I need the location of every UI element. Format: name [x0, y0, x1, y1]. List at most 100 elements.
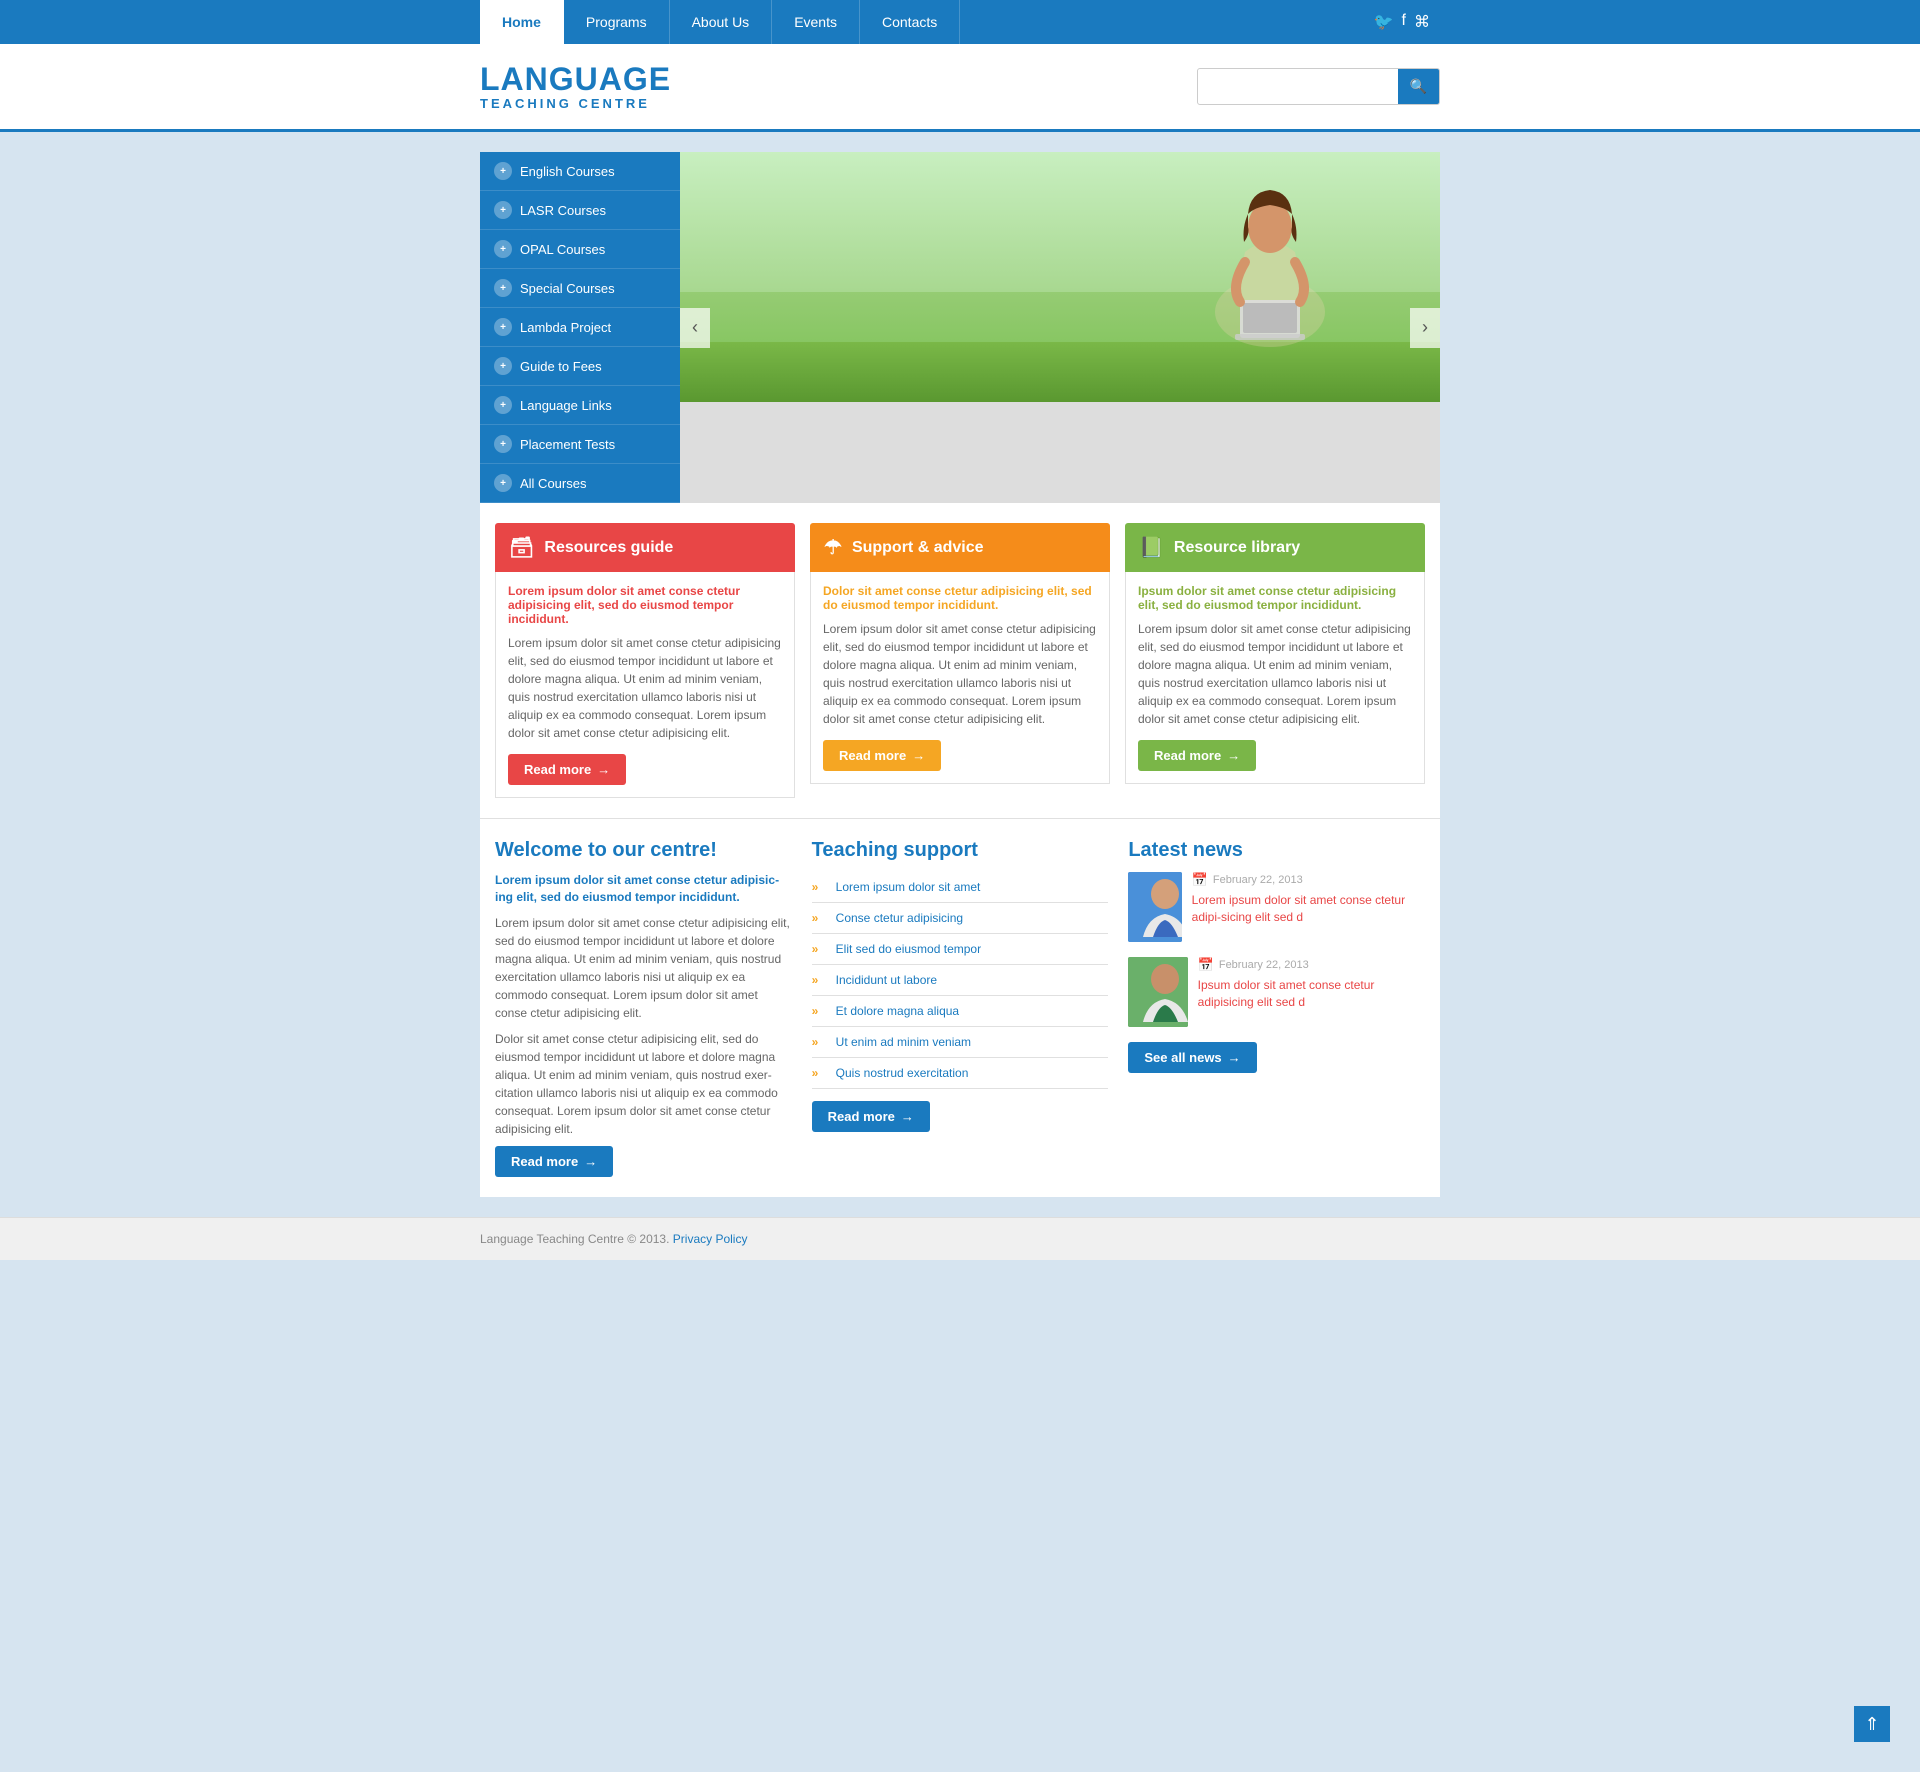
news-item-0-content: 📅 February 22, 2013 Lorem ipsum dolor si…: [1192, 872, 1425, 942]
info-box-resources-body: Lorem ipsum dolor sit amet conse ctetur …: [495, 572, 795, 798]
news-image-0-svg: [1128, 872, 1181, 942]
slider-visual: [680, 152, 1440, 402]
slider-person-svg: [1160, 172, 1380, 352]
news-title-1[interactable]: Ipsum dolor sit amet conse ctetur adipis…: [1198, 977, 1425, 1011]
library-highlight: Ipsum dolor sit amet conse ctetur adipis…: [1138, 584, 1412, 612]
sidebar-icon-1: +: [494, 201, 512, 219]
scroll-to-top-button[interactable]: ⇑: [1854, 1706, 1890, 1742]
support-highlight: Dolor sit amet conse ctetur adipisicing …: [823, 584, 1097, 612]
nav-contacts[interactable]: Contacts: [860, 0, 960, 44]
slider-prev-button[interactable]: ‹: [680, 308, 710, 348]
support-icon: ☂: [824, 535, 842, 560]
teaching-item-2[interactable]: Elit sed do eiusmod tempor: [812, 934, 1109, 965]
info-box-support: ☂ Support & advice Dolor sit amet conse …: [810, 523, 1110, 798]
nav-home[interactable]: Home: [480, 0, 564, 44]
news-item-0: 📅 February 22, 2013 Lorem ipsum dolor si…: [1128, 872, 1425, 942]
resources-icon: 🗃: [509, 535, 534, 560]
news-image-1-svg: [1128, 957, 1187, 1027]
news-title-0[interactable]: Lorem ipsum dolor sit amet conse ctetur …: [1192, 892, 1425, 926]
search-input[interactable]: [1198, 71, 1398, 102]
info-boxes: 🗃 Resources guide Lorem ipsum dolor sit …: [480, 503, 1440, 818]
nav-about[interactable]: About Us: [670, 0, 773, 44]
rss-icon[interactable]: ⌘: [1414, 12, 1430, 32]
library-read-more-button[interactable]: Read more →: [1138, 740, 1256, 771]
support-read-more-button[interactable]: Read more →: [823, 740, 941, 771]
main-content: + English Courses + LASR Courses + OPAL …: [480, 152, 1440, 1197]
bottom-section: Welcome to our centre! Lorem ipsum dolor…: [480, 818, 1440, 1197]
teaching-item-4[interactable]: Et dolore magna aliqua: [812, 996, 1109, 1027]
slider: ‹ ›: [680, 152, 1440, 503]
welcome-highlight: Lorem ipsum dolor sit amet conse ctetur …: [495, 872, 792, 906]
library-icon: 📗: [1139, 535, 1164, 560]
content-row: + English Courses + LASR Courses + OPAL …: [480, 152, 1440, 503]
sidebar-item-lambda-project[interactable]: + Lambda Project: [480, 308, 680, 347]
sidebar-item-language-links[interactable]: + Language Links: [480, 386, 680, 425]
see-all-news-button[interactable]: See all news →: [1128, 1042, 1256, 1073]
teaching-item-1[interactable]: Conse ctetur adipisicing: [812, 903, 1109, 934]
sidebar-item-special-courses[interactable]: + Special Courses: [480, 269, 680, 308]
sidebar-icon-5: +: [494, 357, 512, 375]
sidebar-item-lasr-courses[interactable]: + LASR Courses: [480, 191, 680, 230]
facebook-icon[interactable]: f: [1402, 12, 1406, 32]
news-item-1-content: 📅 February 22, 2013 Ipsum dolor sit amet…: [1198, 957, 1425, 1027]
sidebar-icon-7: +: [494, 435, 512, 453]
sidebar-icon-8: +: [494, 474, 512, 492]
top-bar: Home Programs About Us Events Contacts 🐦…: [0, 0, 1920, 44]
teaching-item-0[interactable]: Lorem ipsum dolor sit amet: [812, 872, 1109, 903]
info-box-resources-header: 🗃 Resources guide: [495, 523, 795, 572]
sidebar-item-all-courses[interactable]: + All Courses: [480, 464, 680, 503]
resources-read-more-button[interactable]: Read more →: [508, 754, 626, 785]
privacy-policy-link[interactable]: Privacy Policy: [673, 1232, 748, 1246]
welcome-text2: Dolor sit amet conse ctetur adipisicing …: [495, 1030, 792, 1138]
info-box-library-body: Ipsum dolor sit amet conse ctetur adipis…: [1125, 572, 1425, 784]
news-image-1: [1128, 957, 1187, 1027]
news-col: Latest news 📅 February 22, 2013 Lo: [1128, 839, 1425, 1177]
sidebar-item-guide-fees[interactable]: + Guide to Fees: [480, 347, 680, 386]
welcome-text1: Lorem ipsum dolor sit amet conse ctetur …: [495, 914, 792, 1022]
sidebar-icon-6: +: [494, 396, 512, 414]
resources-highlight: Lorem ipsum dolor sit amet conse ctetur …: [508, 584, 782, 626]
teaching-col: Teaching support Lorem ipsum dolor sit a…: [812, 839, 1109, 1177]
calendar-icon-1: 📅: [1198, 957, 1214, 973]
footer-copyright: Language Teaching Centre © 2013. Privacy…: [480, 1232, 747, 1246]
support-text: Lorem ipsum dolor sit amet conse ctetur …: [823, 620, 1097, 728]
nav-programs[interactable]: Programs: [564, 0, 670, 44]
teaching-title: Teaching support: [812, 839, 1109, 862]
news-image-0: [1128, 872, 1181, 942]
info-box-resources: 🗃 Resources guide Lorem ipsum dolor sit …: [495, 523, 795, 798]
teaching-item-3[interactable]: Incididunt ut labore: [812, 965, 1109, 996]
sidebar-icon-4: +: [494, 318, 512, 336]
search-bar: 🔍: [1197, 68, 1440, 105]
sidebar-icon-0: +: [494, 162, 512, 180]
nav-events[interactable]: Events: [772, 0, 860, 44]
main-nav: Home Programs About Us Events Contacts: [480, 0, 960, 44]
welcome-read-more-button[interactable]: Read more →: [495, 1146, 613, 1177]
search-button[interactable]: 🔍: [1398, 69, 1439, 104]
teaching-read-more-button[interactable]: Read more →: [812, 1101, 930, 1132]
welcome-title: Welcome to our centre!: [495, 839, 792, 862]
welcome-col: Welcome to our centre! Lorem ipsum dolor…: [495, 839, 792, 1177]
logo-sub: TEACHING CENTRE: [480, 97, 671, 111]
info-box-library: 📗 Resource library Ipsum dolor sit amet …: [1125, 523, 1425, 798]
sidebar-item-opal-courses[interactable]: + OPAL Courses: [480, 230, 680, 269]
sidebar-item-placement-tests[interactable]: + Placement Tests: [480, 425, 680, 464]
social-icons: 🐦 f ⌘: [1374, 12, 1440, 32]
news-title: Latest news: [1128, 839, 1425, 862]
sidebar-icon-3: +: [494, 279, 512, 297]
sidebar-icon-2: +: [494, 240, 512, 258]
resources-text: Lorem ipsum dolor sit amet conse ctetur …: [508, 634, 782, 742]
logo: LANGUAGE TEACHING CENTRE: [480, 62, 671, 111]
info-box-support-header: ☂ Support & advice: [810, 523, 1110, 572]
teaching-item-5[interactable]: Ut enim ad minim veniam: [812, 1027, 1109, 1058]
teaching-list: Lorem ipsum dolor sit amet Conse ctetur …: [812, 872, 1109, 1089]
library-text: Lorem ipsum dolor sit amet conse ctetur …: [1138, 620, 1412, 728]
header: LANGUAGE TEACHING CENTRE 🔍: [0, 44, 1920, 132]
sidebar: + English Courses + LASR Courses + OPAL …: [480, 152, 680, 503]
logo-main: LANGUAGE: [480, 62, 671, 97]
sidebar-item-english-courses[interactable]: + English Courses: [480, 152, 680, 191]
calendar-icon-0: 📅: [1192, 872, 1208, 888]
info-box-library-header: 📗 Resource library: [1125, 523, 1425, 572]
twitter-icon[interactable]: 🐦: [1374, 12, 1394, 32]
slider-next-button[interactable]: ›: [1410, 308, 1440, 348]
teaching-item-6[interactable]: Quis nostrud exercitation: [812, 1058, 1109, 1089]
